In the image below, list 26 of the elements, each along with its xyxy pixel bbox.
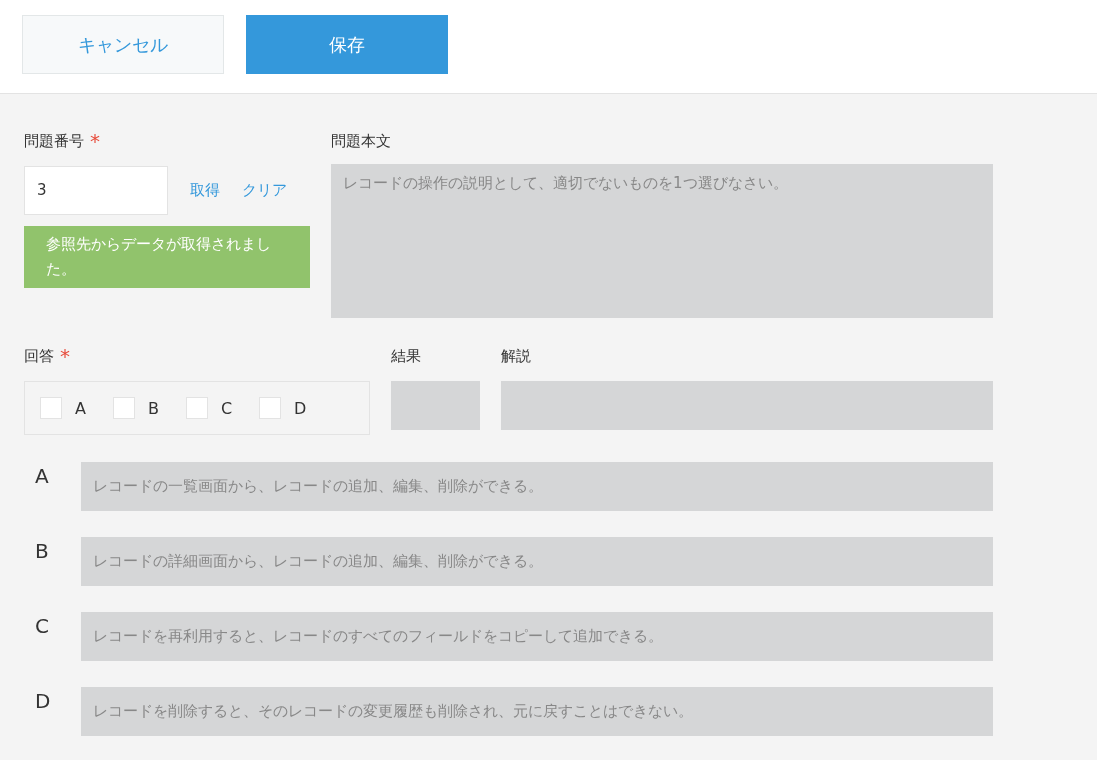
checkbox[interactable] (112, 397, 135, 419)
field-label: 解説 (501, 346, 531, 366)
choice-letter: B (34, 539, 50, 563)
field-label: 問題本文 (331, 131, 391, 151)
required-mark: * (60, 344, 70, 368)
checkbox-label: B (147, 398, 159, 418)
checkbox[interactable] (259, 397, 282, 419)
checkbox-label: A (75, 398, 86, 418)
clear-link[interactable]: クリア (242, 181, 287, 200)
required-mark: * (90, 129, 100, 153)
field-label: 問題番号 (24, 131, 84, 151)
checkbox-label: C (220, 398, 233, 418)
checkbox[interactable] (40, 397, 62, 419)
input-field[interactable]: 3 (24, 166, 168, 215)
success-message: 参照先からデータが取得されました。 (24, 226, 310, 288)
choice-letter: A (34, 464, 50, 488)
field-label: 結果 (391, 346, 421, 366)
text-area: レコードの操作の説明として、適切でないものを1つ選びなさい。 (331, 164, 993, 318)
field-label: 回答 (24, 346, 54, 366)
save-button[interactable]: 保存 (246, 15, 448, 74)
choice-letter: C (34, 614, 50, 638)
fetch-link[interactable]: 取得 (190, 181, 220, 200)
checkbox[interactable] (185, 397, 208, 419)
choice-letter: D (34, 689, 52, 713)
cancel-button[interactable]: キャンセル (22, 15, 224, 74)
checkbox-label: D (294, 398, 307, 418)
